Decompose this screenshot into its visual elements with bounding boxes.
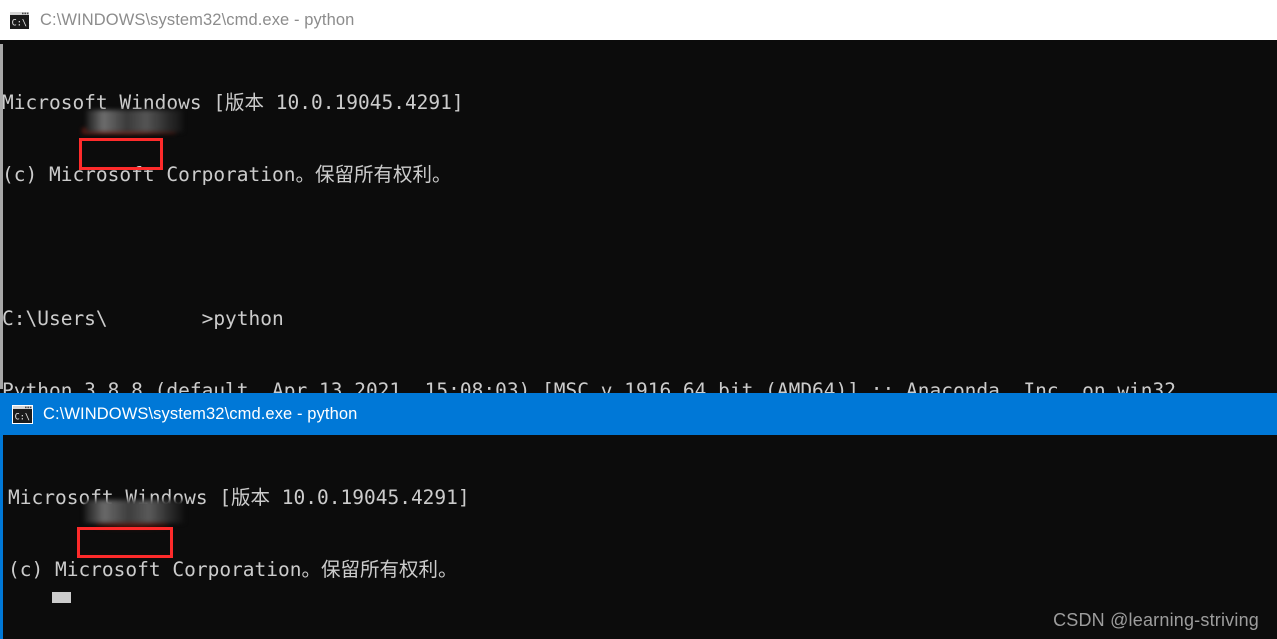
window-title-inactive: C:\WINDOWS\system32\cmd.exe - python bbox=[40, 11, 354, 30]
svg-text:C:\.: C:\. bbox=[15, 412, 33, 422]
terminal-line: Microsoft Windows [版本 10.0.19045.4291] bbox=[2, 91, 1277, 115]
svg-text:C:\.: C:\. bbox=[12, 18, 30, 28]
cmd-window-active[interactable]: C:\. C:\WINDOWS\system32\cmd.exe - pytho… bbox=[0, 393, 1277, 639]
titlebar-active[interactable]: C:\. C:\WINDOWS\system32\cmd.exe - pytho… bbox=[3, 393, 1277, 435]
watermark: CSDN @learning-striving bbox=[1053, 610, 1259, 631]
cmd-icon: C:\. bbox=[9, 11, 30, 30]
terminal-output-inactive[interactable]: Microsoft Windows [版本 10.0.19045.4291] (… bbox=[0, 40, 1277, 393]
terminal-output-active[interactable]: Microsoft Windows [版本 10.0.19045.4291] (… bbox=[3, 435, 1277, 632]
titlebar-inactive[interactable]: C:\. C:\WINDOWS\system32\cmd.exe - pytho… bbox=[0, 0, 1277, 40]
cmd-icon: C:\. bbox=[12, 405, 33, 424]
desktop-screen: C:\. C:\WINDOWS\system32\cmd.exe - pytho… bbox=[0, 0, 1277, 639]
scrollbar-inactive[interactable] bbox=[0, 44, 3, 389]
terminal-cursor bbox=[52, 592, 71, 603]
terminal-line-blank bbox=[2, 235, 1277, 259]
window-title-active: C:\WINDOWS\system32\cmd.exe - python bbox=[43, 405, 357, 424]
terminal-line: Microsoft Windows [版本 10.0.19045.4291] bbox=[8, 486, 1277, 510]
terminal-line: (c) Microsoft Corporation。保留所有权利。 bbox=[8, 558, 1277, 582]
terminal-line-prompt-command: C:\Users\ >python bbox=[2, 307, 1277, 331]
cmd-window-inactive[interactable]: C:\. C:\WINDOWS\system32\cmd.exe - pytho… bbox=[0, 0, 1277, 393]
terminal-line-python-version: Python 3.8.8 (default, Apr 13 2021, 15:0… bbox=[2, 379, 1277, 393]
terminal-line: (c) Microsoft Corporation。保留所有权利。 bbox=[2, 163, 1277, 187]
